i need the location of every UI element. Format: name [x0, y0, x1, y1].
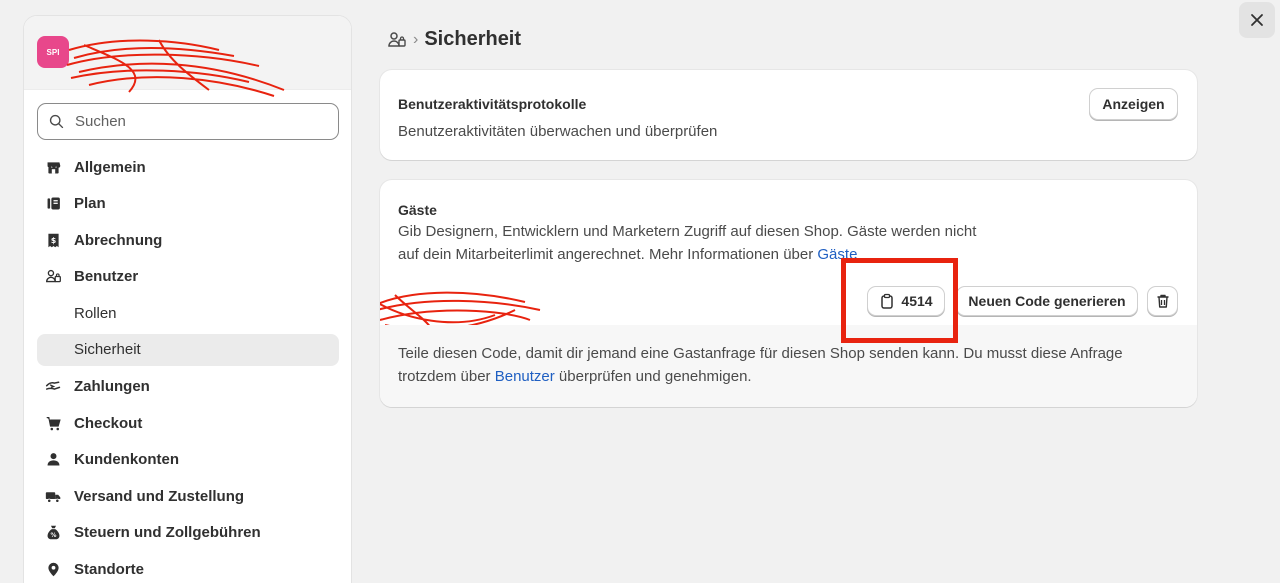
svg-text:%: % [50, 532, 56, 539]
search-input[interactable] [75, 113, 315, 130]
receipt-icon: $ [44, 231, 62, 249]
svg-text:$: $ [50, 236, 55, 245]
sidebar-item-label: Sicherheit [74, 341, 141, 359]
sidebar-item-rollen[interactable]: Rollen [37, 297, 339, 329]
sidebar-item-standorte[interactable]: Standorte [37, 554, 339, 583]
guests-footer-line1: Teile diesen Code, damit dir jemand eine… [398, 345, 1123, 362]
sidebar-item-label: Allgemein [74, 158, 146, 176]
users-link[interactable]: Benutzer [495, 368, 555, 385]
sidebar-item-kundenkonten[interactable]: Kundenkonten [37, 444, 339, 476]
sidebar-item-checkout[interactable]: Checkout [37, 407, 339, 439]
store-header[interactable]: SPI [24, 16, 351, 97]
trash-icon [1157, 294, 1168, 308]
breadcrumb: › Sicherheit [387, 28, 521, 51]
sidebar-item-plan[interactable]: Plan [37, 188, 339, 220]
sidebar-item-label: Abrechnung [74, 231, 163, 249]
page-title: Sicherheit [424, 28, 522, 50]
truck-icon [44, 487, 62, 505]
person-icon [44, 451, 62, 469]
sidebar-item-steuern[interactable]: % Steuern und Zollgebühren [37, 517, 339, 549]
settings-sidebar: SPI Allgemein Plan $ Abrechnung Benutzer… [23, 15, 352, 583]
payments-icon [44, 378, 62, 396]
settings-nav: Allgemein Plan $ Abrechnung Benutzer Rol… [37, 151, 339, 583]
sidebar-item-label: Steuern und Zollgebühren [74, 524, 261, 542]
sidebar-item-label: Versand und Zustellung [74, 487, 245, 505]
sidebar-item-label: Plan [74, 195, 106, 213]
guests-footer-prefix: trotzdem über [398, 368, 495, 385]
highlight-annotation [841, 258, 958, 343]
close-icon [1251, 14, 1263, 26]
activity-log-title: Benutzeraktivitätsprotokolle [398, 96, 587, 112]
sidebar-item-label: Checkout [74, 414, 143, 432]
guests-description-line1: Gib Designern, Entwicklern und Marketern… [398, 223, 977, 240]
guests-card: Gäste Gib Designern, Entwicklern und Mar… [380, 180, 1197, 407]
guests-footer-text: Teile diesen Code, damit dir jemand eine… [398, 342, 1123, 388]
tax-icon: % [44, 524, 62, 542]
breadcrumb-separator: › [413, 30, 419, 48]
guests-footer-suffix: überprüfen und genehmigen. [554, 368, 752, 385]
guests-title: Gäste [398, 202, 437, 218]
store-icon [44, 158, 62, 176]
guests-description-prefix: auf dein Mitarbeiterlimit angerechnet. M… [398, 246, 818, 263]
sidebar-item-label: Kundenkonten [74, 451, 179, 469]
search-field[interactable] [37, 103, 339, 140]
sidebar-item-label: Rollen [74, 304, 117, 322]
cart-icon [44, 414, 62, 432]
close-button[interactable] [1239, 2, 1275, 38]
generate-code-button[interactable]: Neuen Code generieren [956, 286, 1138, 316]
users-icon[interactable] [387, 30, 407, 50]
redaction-scribble [66, 39, 285, 97]
sidebar-item-benutzer[interactable]: Benutzer [37, 261, 339, 293]
sidebar-item-label: Zahlungen [74, 378, 150, 396]
view-activity-button[interactable]: Anzeigen [1089, 88, 1178, 120]
guests-footer-line2: trotzdem über Benutzer überprüfen und ge… [398, 365, 1123, 388]
location-icon [44, 561, 62, 579]
sidebar-item-label: Standorte [74, 561, 145, 579]
activity-log-description: Benutzeraktivitäten überwachen und überp… [398, 123, 718, 140]
sidebar-item-versand[interactable]: Versand und Zustellung [37, 480, 339, 512]
sidebar-item-label: Benutzer [74, 268, 139, 286]
plan-icon [44, 195, 62, 213]
sidebar-item-abrechnung[interactable]: $ Abrechnung [37, 224, 339, 256]
search-icon [49, 114, 64, 129]
delete-code-button[interactable] [1147, 286, 1178, 316]
users-icon [44, 268, 62, 286]
sidebar-item-sicherheit[interactable]: Sicherheit [37, 333, 339, 366]
sidebar-item-allgemein[interactable]: Allgemein [37, 151, 339, 183]
activity-log-card: Benutzeraktivitätsprotokolle Benutzerakt… [380, 70, 1197, 160]
guests-card-footer: Teile diesen Code, damit dir jemand eine… [380, 325, 1197, 407]
sidebar-item-zahlungen[interactable]: Zahlungen [37, 371, 339, 403]
